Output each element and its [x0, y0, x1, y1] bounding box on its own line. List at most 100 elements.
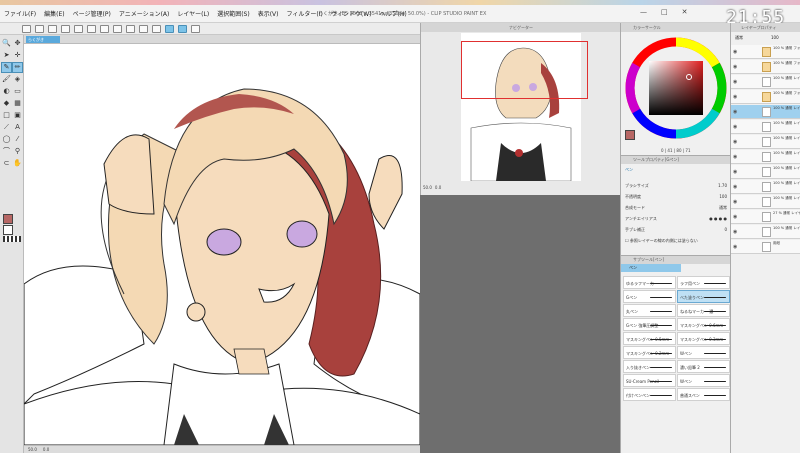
navigator-rotation-value[interactable]: 0.0: [435, 185, 441, 190]
brush-item[interactable]: 普通スペン: [677, 388, 730, 401]
layer-opacity[interactable]: 100: [771, 35, 779, 40]
drawing-canvas[interactable]: [24, 44, 420, 445]
pencil-tool-icon[interactable]: ✏: [12, 62, 23, 73]
eraser-tool-icon[interactable]: ▭: [13, 87, 22, 96]
brush-item[interactable]: マスキングペン 0.3mm: [677, 332, 730, 345]
sub-color-swatch[interactable]: [3, 225, 13, 235]
eye-icon[interactable]: ◉: [733, 94, 737, 100]
zoom-tool-icon[interactable]: 🔍: [2, 39, 11, 48]
eye-icon[interactable]: ◉: [733, 124, 737, 130]
brush-item[interactable]: ゆるラフマーカー: [623, 276, 676, 289]
menu-edit[interactable]: 編集(E): [40, 9, 68, 18]
layer-blend-mode[interactable]: 通常: [735, 35, 743, 41]
line-tool-icon[interactable]: ⁄: [13, 135, 22, 144]
eye-icon[interactable]: ◉: [733, 64, 737, 70]
layer-row[interactable]: ◉ 100 % 通常 レイヤー 3: [731, 135, 800, 149]
brush-size-row[interactable]: ブラシサイズ 1.70: [623, 181, 729, 190]
layer-row[interactable]: ◉ 100 % 通常 レイヤー 2: [731, 105, 800, 119]
layer-row[interactable]: ◉ 用紙: [731, 240, 800, 254]
clear-icon[interactable]: [87, 24, 96, 33]
transparent-color-swatch[interactable]: [3, 236, 21, 242]
hue-ring[interactable]: [623, 35, 729, 141]
fill-icon[interactable]: [100, 24, 109, 33]
move-tool-icon[interactable]: ✥: [13, 39, 22, 48]
brush-item[interactable]: Gペン 強筆圧調整: [623, 318, 676, 331]
gradient-tool-icon[interactable]: ▦: [13, 99, 22, 108]
color-wheel-main-swatch[interactable]: [625, 130, 635, 140]
transform-icon[interactable]: [113, 24, 122, 33]
brush-item[interactable]: 入り抜きペン: [623, 360, 676, 373]
brush-item[interactable]: Gペン: [623, 290, 676, 303]
menu-view[interactable]: 表示(V): [254, 9, 283, 18]
eye-icon[interactable]: ◉: [733, 229, 737, 235]
text-tool-icon[interactable]: A: [13, 123, 22, 132]
invert-icon[interactable]: [152, 24, 161, 33]
eye-icon[interactable]: ◉: [733, 154, 737, 160]
brush-item[interactable]: べた塗りペン: [677, 290, 730, 303]
eye-icon[interactable]: ◉: [733, 79, 737, 85]
opacity-row[interactable]: 不透明度 100: [623, 192, 729, 201]
main-color-swatch[interactable]: [3, 214, 13, 224]
figure-tool-icon[interactable]: □: [2, 111, 11, 120]
brush-size-value[interactable]: 1.70: [718, 183, 727, 188]
eye-icon[interactable]: ◉: [733, 244, 737, 250]
reference-layer-row[interactable]: ☐ 参照レイヤーの線の内側には塗らない: [623, 236, 729, 245]
canvas-tab[interactable]: らくがき: [26, 36, 60, 43]
layer-row[interactable]: ◉ 100 % 通常 フォルダー 4: [731, 90, 800, 104]
airbrush-tool-icon[interactable]: ◈: [13, 75, 22, 84]
layer-move-icon[interactable]: ✛: [13, 51, 22, 60]
deselect-icon[interactable]: [139, 24, 148, 33]
layer-row[interactable]: ◉ 100 % 通常 レイヤー 5: [731, 165, 800, 179]
redo-icon[interactable]: [74, 24, 83, 33]
layer-row[interactable]: ◉ 27 % 通常 レイヤー 38: [731, 210, 800, 224]
brush-tool-icon[interactable]: 🖌: [2, 75, 11, 84]
save-icon[interactable]: [48, 24, 57, 33]
brush-item[interactable]: 丸ペン: [623, 304, 676, 317]
layer-row[interactable]: ◉ 100 % 通常 レイヤー 1: [731, 195, 800, 209]
menu-page[interactable]: ページ管理(P): [69, 9, 115, 18]
operation-tool-icon[interactable]: ➤: [2, 51, 11, 60]
snap-grid-icon[interactable]: [191, 24, 200, 33]
brush-item[interactable]: ラフ用ペン: [677, 276, 730, 289]
menu-selection[interactable]: 選択範囲(S): [213, 9, 254, 18]
frame-tool-icon[interactable]: ▣: [13, 111, 22, 120]
hand-tool-icon[interactable]: ✋: [13, 159, 22, 168]
blend-tool-icon[interactable]: ◐: [2, 87, 11, 96]
snap-ruler-icon[interactable]: [165, 24, 174, 33]
blend-mode-row[interactable]: 合成モード 通常: [623, 203, 729, 212]
brush-item[interactable]: 付けペンペン: [623, 388, 676, 401]
layer-row[interactable]: ◉ 100 % 通常 レイヤー 30: [731, 225, 800, 239]
brush-item[interactable]: SU-Cream Pencil: [623, 374, 676, 387]
menu-file[interactable]: ファイル(F): [0, 9, 40, 18]
layer-row[interactable]: ◉ 100 % 通常 レイヤー 4: [731, 180, 800, 194]
eye-icon[interactable]: ◉: [733, 184, 737, 190]
eyedropper-tool-icon[interactable]: ⚲: [13, 147, 22, 156]
blend-mode-value[interactable]: 通常: [719, 205, 727, 211]
eye-icon[interactable]: ◉: [733, 49, 737, 55]
eye-icon[interactable]: ◉: [733, 169, 737, 175]
snap-special-ruler-icon[interactable]: [178, 24, 187, 33]
layer-row[interactable]: ◉ 100 % 通常 レイヤー 6: [731, 150, 800, 164]
ruler-tool-icon[interactable]: ⟋: [2, 123, 11, 132]
navigator-view-rect[interactable]: [461, 41, 588, 99]
close-button[interactable]: ✕: [682, 8, 688, 16]
navigator-zoom-value[interactable]: 50.0: [423, 185, 432, 190]
subtool-tab-pen[interactable]: ペン: [621, 264, 681, 272]
stabilization-value[interactable]: 0: [724, 227, 727, 232]
select-all-icon[interactable]: [126, 24, 135, 33]
pen-tool-icon[interactable]: ✎: [1, 62, 12, 73]
lasso-tool-icon[interactable]: ⊂: [2, 159, 11, 168]
menu-layer[interactable]: レイヤー(L): [173, 9, 213, 18]
balloon-tool-icon[interactable]: ◯: [2, 135, 11, 144]
layer-row[interactable]: ◉ 100 % 通常 レイヤー 39: [731, 75, 800, 89]
layer-row[interactable]: ◉ 100 % 通常 レイヤー 7: [731, 120, 800, 134]
brush-item[interactable]: マスキングペン 0.5mm: [623, 332, 676, 345]
layer-row[interactable]: ◉ 100 % 通常 フォルダー 2: [731, 60, 800, 74]
eye-icon[interactable]: ◉: [733, 214, 737, 220]
new-file-icon[interactable]: [22, 24, 31, 33]
correction-tool-icon[interactable]: ⌒: [2, 147, 11, 156]
brush-item[interactable]: Wペン: [677, 346, 730, 359]
eye-icon[interactable]: ◉: [733, 199, 737, 205]
eye-icon[interactable]: ◉: [733, 139, 737, 145]
maximize-button[interactable]: □: [661, 8, 668, 16]
